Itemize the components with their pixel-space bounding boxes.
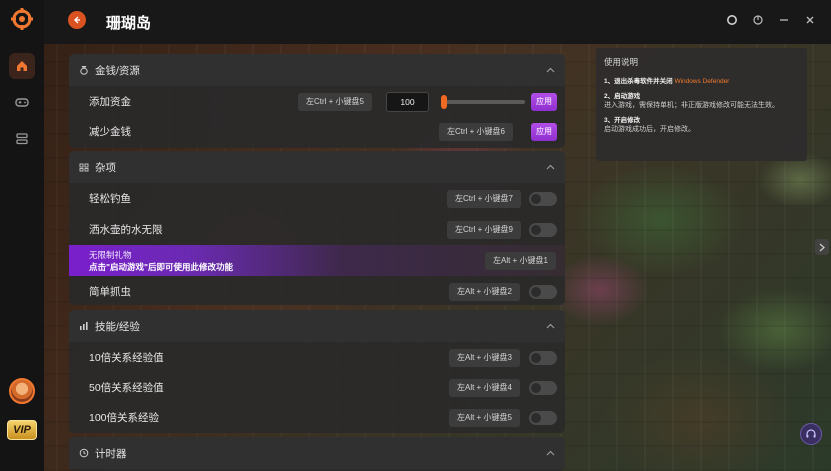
- hotkey-chip[interactable]: 左Alt + 小键盘1: [485, 251, 556, 270]
- section-header[interactable]: 杂项: [69, 151, 565, 183]
- hotkey-chip[interactable]: 左Alt + 小键盘3: [449, 348, 520, 367]
- cheat-row-100x-exp: 100倍关系经验 左Alt + 小键盘5: [69, 402, 565, 433]
- help-title: 使用说明: [604, 57, 639, 67]
- misc-icon: [79, 162, 90, 173]
- page-title: 珊瑚岛: [106, 15, 152, 32]
- cheat-label: 简单抓虫: [89, 286, 131, 298]
- circle-icon[interactable]: [725, 13, 739, 27]
- chevron-up-icon[interactable]: [545, 448, 555, 458]
- apply-button[interactable]: 应用: [531, 122, 557, 141]
- cheat-label: 50倍关系经验值: [89, 382, 164, 394]
- cheat-row-10x-exp: 10倍关系经验值 左Alt + 小键盘3: [69, 342, 565, 373]
- section-header[interactable]: 计时器: [69, 437, 565, 469]
- usage-instructions-panel: 使用说明 1、退出杀毒软件并关闭 Windows Defender 2、启动游戏…: [596, 48, 807, 161]
- launch-game-notice: 点击"启动游戏"后即可使用此修改功能: [89, 262, 234, 272]
- windows-defender-highlight: Windows Defender: [674, 78, 730, 85]
- help-step-3: 3、开启修改 启动游戏成功后，开启修改。: [604, 116, 799, 134]
- cheat-row-reduce-money: 减少金钱 左Ctrl + 小键盘6 应用: [69, 116, 565, 147]
- help-step-2: 2、启动游戏 进入游戏，需保持单机；非正版游戏修改可能无法生效。: [604, 92, 799, 110]
- hotkey-chip[interactable]: 左Ctrl + 小键盘5: [298, 92, 373, 111]
- cheat-label: 100倍关系经验: [89, 412, 160, 424]
- trainer-app: VIP 珊瑚岛 金钱/资源 添加资金 左Ctrl + 小键盘5 100 应用 减…: [0, 0, 831, 471]
- hotkey-chip[interactable]: 左Ctrl + 小键盘9: [447, 220, 522, 239]
- section-money: 金钱/资源 添加资金 左Ctrl + 小键盘5 100 应用 减少金钱 左Ctr…: [69, 54, 565, 148]
- window-controls: [725, 13, 817, 27]
- hotkey-chip[interactable]: 左Alt + 小键盘5: [449, 408, 520, 427]
- cheat-list: 金钱/资源 添加资金 左Ctrl + 小键盘5 100 应用 减少金钱 左Ctr…: [69, 54, 565, 471]
- cheat-toggle[interactable]: [529, 410, 557, 425]
- cheat-row-unlimited-gifts: 无限制礼物 点击"启动游戏"后即可使用此修改功能 左Alt + 小键盘1: [69, 245, 565, 276]
- slider-handle[interactable]: [441, 94, 447, 109]
- help-step-body: 启动游戏成功后，开启修改。: [604, 126, 695, 133]
- cheat-row-50x-exp: 50倍关系经验值 左Alt + 小键盘4: [69, 372, 565, 403]
- restore-icon[interactable]: [751, 13, 765, 27]
- section-skills: 技能/经验 10倍关系经验值 左Alt + 小键盘3 50倍关系经验值 左Alt…: [69, 310, 565, 433]
- cheat-row-add-funds: 添加资金 左Ctrl + 小键盘5 100 应用: [69, 86, 565, 117]
- section-header[interactable]: 技能/经验: [69, 310, 565, 342]
- sidebar: VIP: [0, 0, 44, 471]
- title-bar: [44, 0, 831, 44]
- cheat-toggle[interactable]: [529, 380, 557, 395]
- amount-slider[interactable]: [441, 94, 525, 109]
- minimize-icon[interactable]: [777, 13, 791, 27]
- section-timer: 计时器: [69, 437, 565, 471]
- hotkey-chip[interactable]: 左Alt + 小键盘4: [449, 378, 520, 397]
- headset-icon[interactable]: [800, 423, 822, 445]
- cheat-row-easy-fishing: 轻松钓鱼 左Ctrl + 小键盘7: [69, 183, 565, 214]
- hotkey-chip[interactable]: 左Ctrl + 小键盘6: [439, 122, 514, 141]
- gamepad-icon[interactable]: [9, 89, 35, 115]
- hotkey-chip[interactable]: 左Alt + 小键盘2: [449, 282, 520, 301]
- app-logo-icon: [11, 8, 33, 30]
- section-header[interactable]: 金钱/资源: [69, 54, 565, 86]
- money-bag-icon: [79, 65, 90, 76]
- section-title: 金钱/资源: [95, 64, 140, 77]
- back-arrow-icon[interactable]: [68, 11, 86, 29]
- cheat-toggle[interactable]: [529, 284, 557, 299]
- cheat-label: 10倍关系经验值: [89, 352, 164, 364]
- home-icon[interactable]: [9, 53, 35, 79]
- help-step-heading: 3、开启修改: [604, 117, 641, 124]
- cheat-label: 无限制礼物: [89, 250, 132, 260]
- cheat-toggle[interactable]: [529, 191, 557, 206]
- chevron-up-icon[interactable]: [545, 65, 555, 75]
- cheat-label: 添加资金: [89, 96, 131, 108]
- hotkey-chip[interactable]: 左Ctrl + 小键盘7: [447, 189, 522, 208]
- cheat-toggle[interactable]: [529, 222, 557, 237]
- cheat-label: 轻松钓鱼: [89, 193, 131, 205]
- cheat-row-easy-bug-catch: 简单抓虫 左Alt + 小键盘2: [69, 276, 565, 307]
- vip-badge[interactable]: VIP: [7, 420, 37, 440]
- section-title: 技能/经验: [95, 320, 140, 333]
- section-title: 计时器: [95, 447, 127, 460]
- apply-button[interactable]: 应用: [531, 92, 557, 111]
- avatar[interactable]: [9, 378, 35, 404]
- section-title: 杂项: [95, 161, 116, 174]
- cheat-toggle[interactable]: [529, 350, 557, 365]
- help-step-body: 进入游戏，需保持单机；非正版游戏修改可能无法生效。: [604, 102, 779, 109]
- chevron-up-icon[interactable]: [545, 162, 555, 172]
- cheat-label: 洒水壶的水无限: [89, 224, 163, 236]
- close-icon[interactable]: [803, 13, 817, 27]
- cheat-row-infinite-water: 洒水壶的水无限 左Ctrl + 小键盘9: [69, 214, 565, 245]
- chart-icon: [79, 321, 90, 332]
- section-misc: 杂项 轻松钓鱼 左Ctrl + 小键盘7 洒水壶的水无限 左Ctrl + 小键盘…: [69, 151, 565, 305]
- help-step-heading: 1、退出杀毒软件并关闭: [604, 78, 673, 85]
- help-step-heading: 2、启动游戏: [604, 93, 641, 100]
- chevron-up-icon[interactable]: [545, 321, 555, 331]
- help-step-1: 1、退出杀毒软件并关闭 Windows Defender: [604, 77, 799, 86]
- chevron-right-icon[interactable]: [815, 239, 829, 255]
- amount-input[interactable]: 100: [386, 91, 429, 112]
- layers-icon[interactable]: [9, 126, 35, 152]
- cheat-label: 减少金钱: [89, 126, 131, 138]
- clock-icon: [79, 448, 90, 459]
